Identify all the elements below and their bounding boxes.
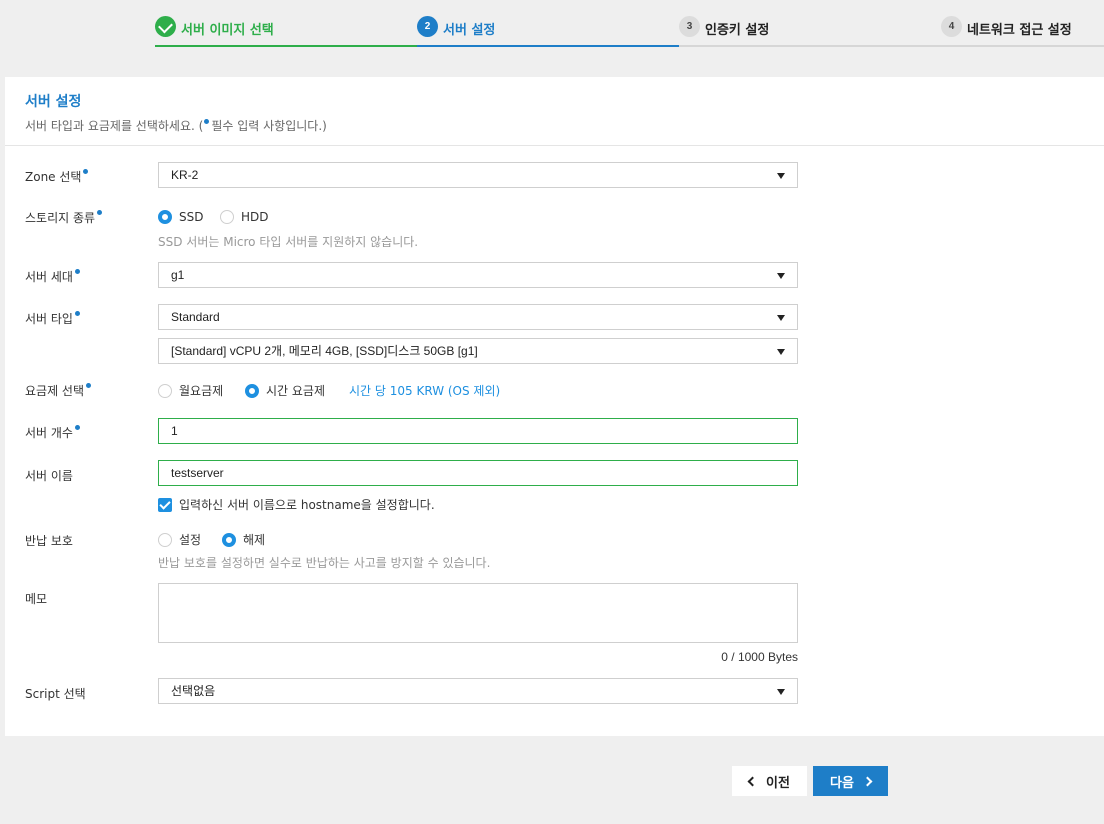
radio-empty-icon (158, 383, 172, 398)
price-info: 시간 당 105 KRW (OS 제외) (349, 384, 501, 398)
step-label: 서버 설정 (443, 23, 496, 38)
required-dot-icon (74, 425, 80, 430)
step-progress-line (679, 45, 941, 47)
step-label: 인증키 설정 (705, 23, 770, 38)
zone-label: Zone 선택 (25, 168, 90, 185)
caret-down-icon (777, 173, 785, 179)
caret-down-icon (777, 689, 785, 695)
panel-description: 서버 타입과 요금제를 선택하세요. (필수 입력 사항입니다.) (25, 119, 327, 133)
next-button[interactable]: 다음 (813, 766, 888, 796)
storage-radio-hdd[interactable]: HDD (220, 210, 269, 224)
billing-radio-monthly[interactable]: 월요금제 (158, 382, 223, 399)
return-protect-radio-off[interactable]: 해제 (222, 531, 265, 548)
required-dot-icon (74, 311, 80, 316)
billing-label: 요금제 선택 (25, 382, 93, 399)
step-label: 네트워크 접근 설정 (967, 23, 1072, 38)
step-number: 3 (679, 16, 700, 37)
return-protect-radio-on[interactable]: 설정 (158, 531, 201, 548)
generation-label: 서버 세대 (25, 268, 82, 285)
radio-selected-icon (158, 210, 172, 224)
required-dot-icon (83, 169, 89, 174)
server-name-input[interactable]: testserver (158, 460, 798, 486)
required-dot-icon (86, 383, 92, 388)
radio-empty-icon (220, 210, 234, 224)
prev-button[interactable]: 이전 (732, 766, 807, 796)
required-dot-icon (97, 210, 103, 215)
panel-header: 서버 설정 서버 타입과 요금제를 선택하세요. (필수 입력 사항입니다.) (5, 77, 1104, 146)
step-auth-key[interactable]: 3 인증키 설정 (679, 14, 941, 47)
hostname-checkbox[interactable]: 입력하신 서버 이름으로 hostname을 설정합니다. (158, 496, 435, 513)
wizard-stepper: 서버 이미지 선택 2 서버 설정 3 인증키 설정 4 네트워크 접근 설정 (0, 0, 1104, 48)
caret-down-icon (777, 349, 785, 355)
step-number: 2 (417, 16, 438, 37)
memo-byte-counter: 0 / 1000 Bytes (721, 650, 798, 664)
script-select[interactable]: 선택없음 (158, 678, 798, 704)
step-progress-line (155, 45, 417, 47)
memo-label: 메모 (25, 592, 48, 606)
storage-type-label: 스토리지 종류 (25, 209, 104, 226)
server-count-input[interactable]: 1 (158, 418, 798, 444)
step-server-image[interactable]: 서버 이미지 선택 (155, 14, 417, 47)
server-count-label: 서버 개수 (25, 424, 82, 441)
chevron-left-icon (747, 776, 758, 786)
chevron-right-icon (862, 776, 873, 786)
billing-radio-hourly[interactable]: 시간 요금제 (245, 382, 325, 399)
storage-hint: SSD 서버는 Micro 타입 서버를 지원하지 않습니다. (158, 235, 419, 249)
required-dot-icon (74, 269, 80, 274)
radio-selected-icon (222, 532, 236, 547)
memo-textarea[interactable] (158, 583, 798, 643)
storage-radio-ssd[interactable]: SSD (158, 210, 203, 224)
server-type-label: 서버 타입 (25, 310, 82, 327)
generation-select[interactable]: g1 (158, 262, 798, 288)
step-number: 4 (941, 16, 962, 37)
caret-down-icon (777, 315, 785, 321)
return-protect-hint: 반납 보호를 설정하면 실수로 반납하는 사고를 방지할 수 있습니다. (158, 556, 491, 570)
required-dot-icon (204, 119, 210, 124)
server-type-select[interactable]: Standard (158, 304, 798, 330)
step-progress-line (941, 45, 1104, 47)
caret-down-icon (777, 273, 785, 279)
step-progress-line (417, 45, 679, 47)
step-label: 서버 이미지 선택 (181, 23, 274, 38)
script-label: Script 선택 (25, 687, 86, 701)
radio-empty-icon (158, 532, 172, 547)
return-protect-label: 반납 보호 (25, 534, 73, 548)
step-network-access[interactable]: 4 네트워크 접근 설정 (941, 14, 1104, 47)
zone-select[interactable]: KR-2 (158, 162, 798, 188)
checkbox-checked-icon (158, 497, 172, 512)
page-title: 서버 설정 (25, 94, 82, 110)
check-icon (155, 16, 176, 37)
radio-selected-icon (245, 383, 259, 398)
server-spec-select[interactable]: [Standard] vCPU 2개, 메모리 4GB, [SSD]디스크 50… (158, 338, 798, 364)
server-name-label: 서버 이름 (25, 469, 73, 483)
step-server-settings[interactable]: 2 서버 설정 (417, 14, 679, 47)
